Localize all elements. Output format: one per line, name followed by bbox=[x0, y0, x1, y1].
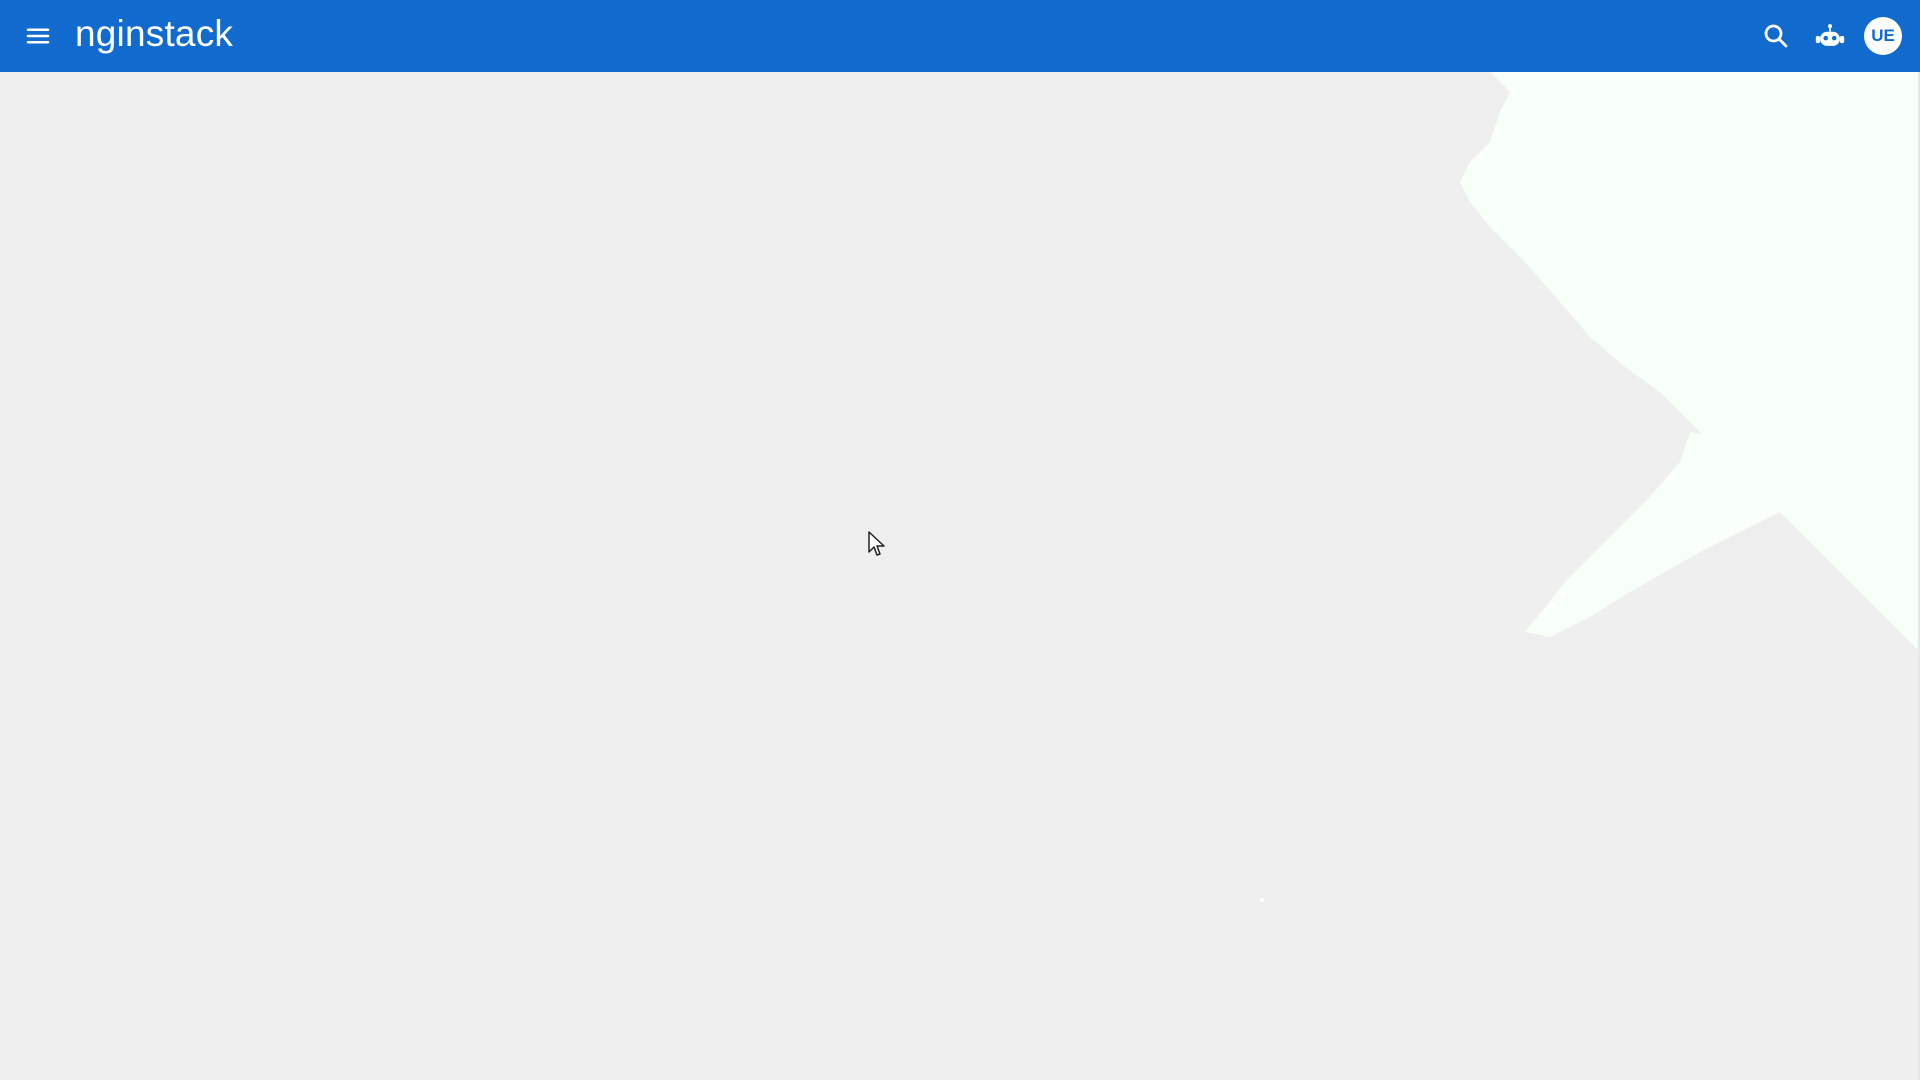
main-content-area bbox=[0, 72, 1920, 1080]
search-button[interactable] bbox=[1754, 14, 1798, 58]
app-bar: nginstack UE bbox=[0, 0, 1920, 72]
background-dot bbox=[1260, 898, 1264, 902]
background-illustration bbox=[1260, 72, 1920, 902]
user-initials: UE bbox=[1871, 26, 1895, 45]
background-light-shape bbox=[1525, 432, 1780, 637]
robot-icon bbox=[1815, 24, 1845, 46]
background-dot bbox=[1560, 591, 1566, 597]
search-icon bbox=[1764, 24, 1788, 48]
mouse-cursor bbox=[868, 531, 885, 556]
assistant-button[interactable] bbox=[1808, 14, 1852, 58]
menu-button[interactable] bbox=[18, 16, 58, 56]
app-brand[interactable]: nginstack bbox=[75, 10, 233, 58]
background-light-shape bbox=[1460, 72, 1920, 652]
user-avatar[interactable]: UE bbox=[1864, 17, 1902, 55]
header-actions: UE bbox=[1754, 12, 1902, 60]
menu-icon bbox=[26, 28, 50, 44]
background-dot bbox=[1548, 603, 1556, 611]
